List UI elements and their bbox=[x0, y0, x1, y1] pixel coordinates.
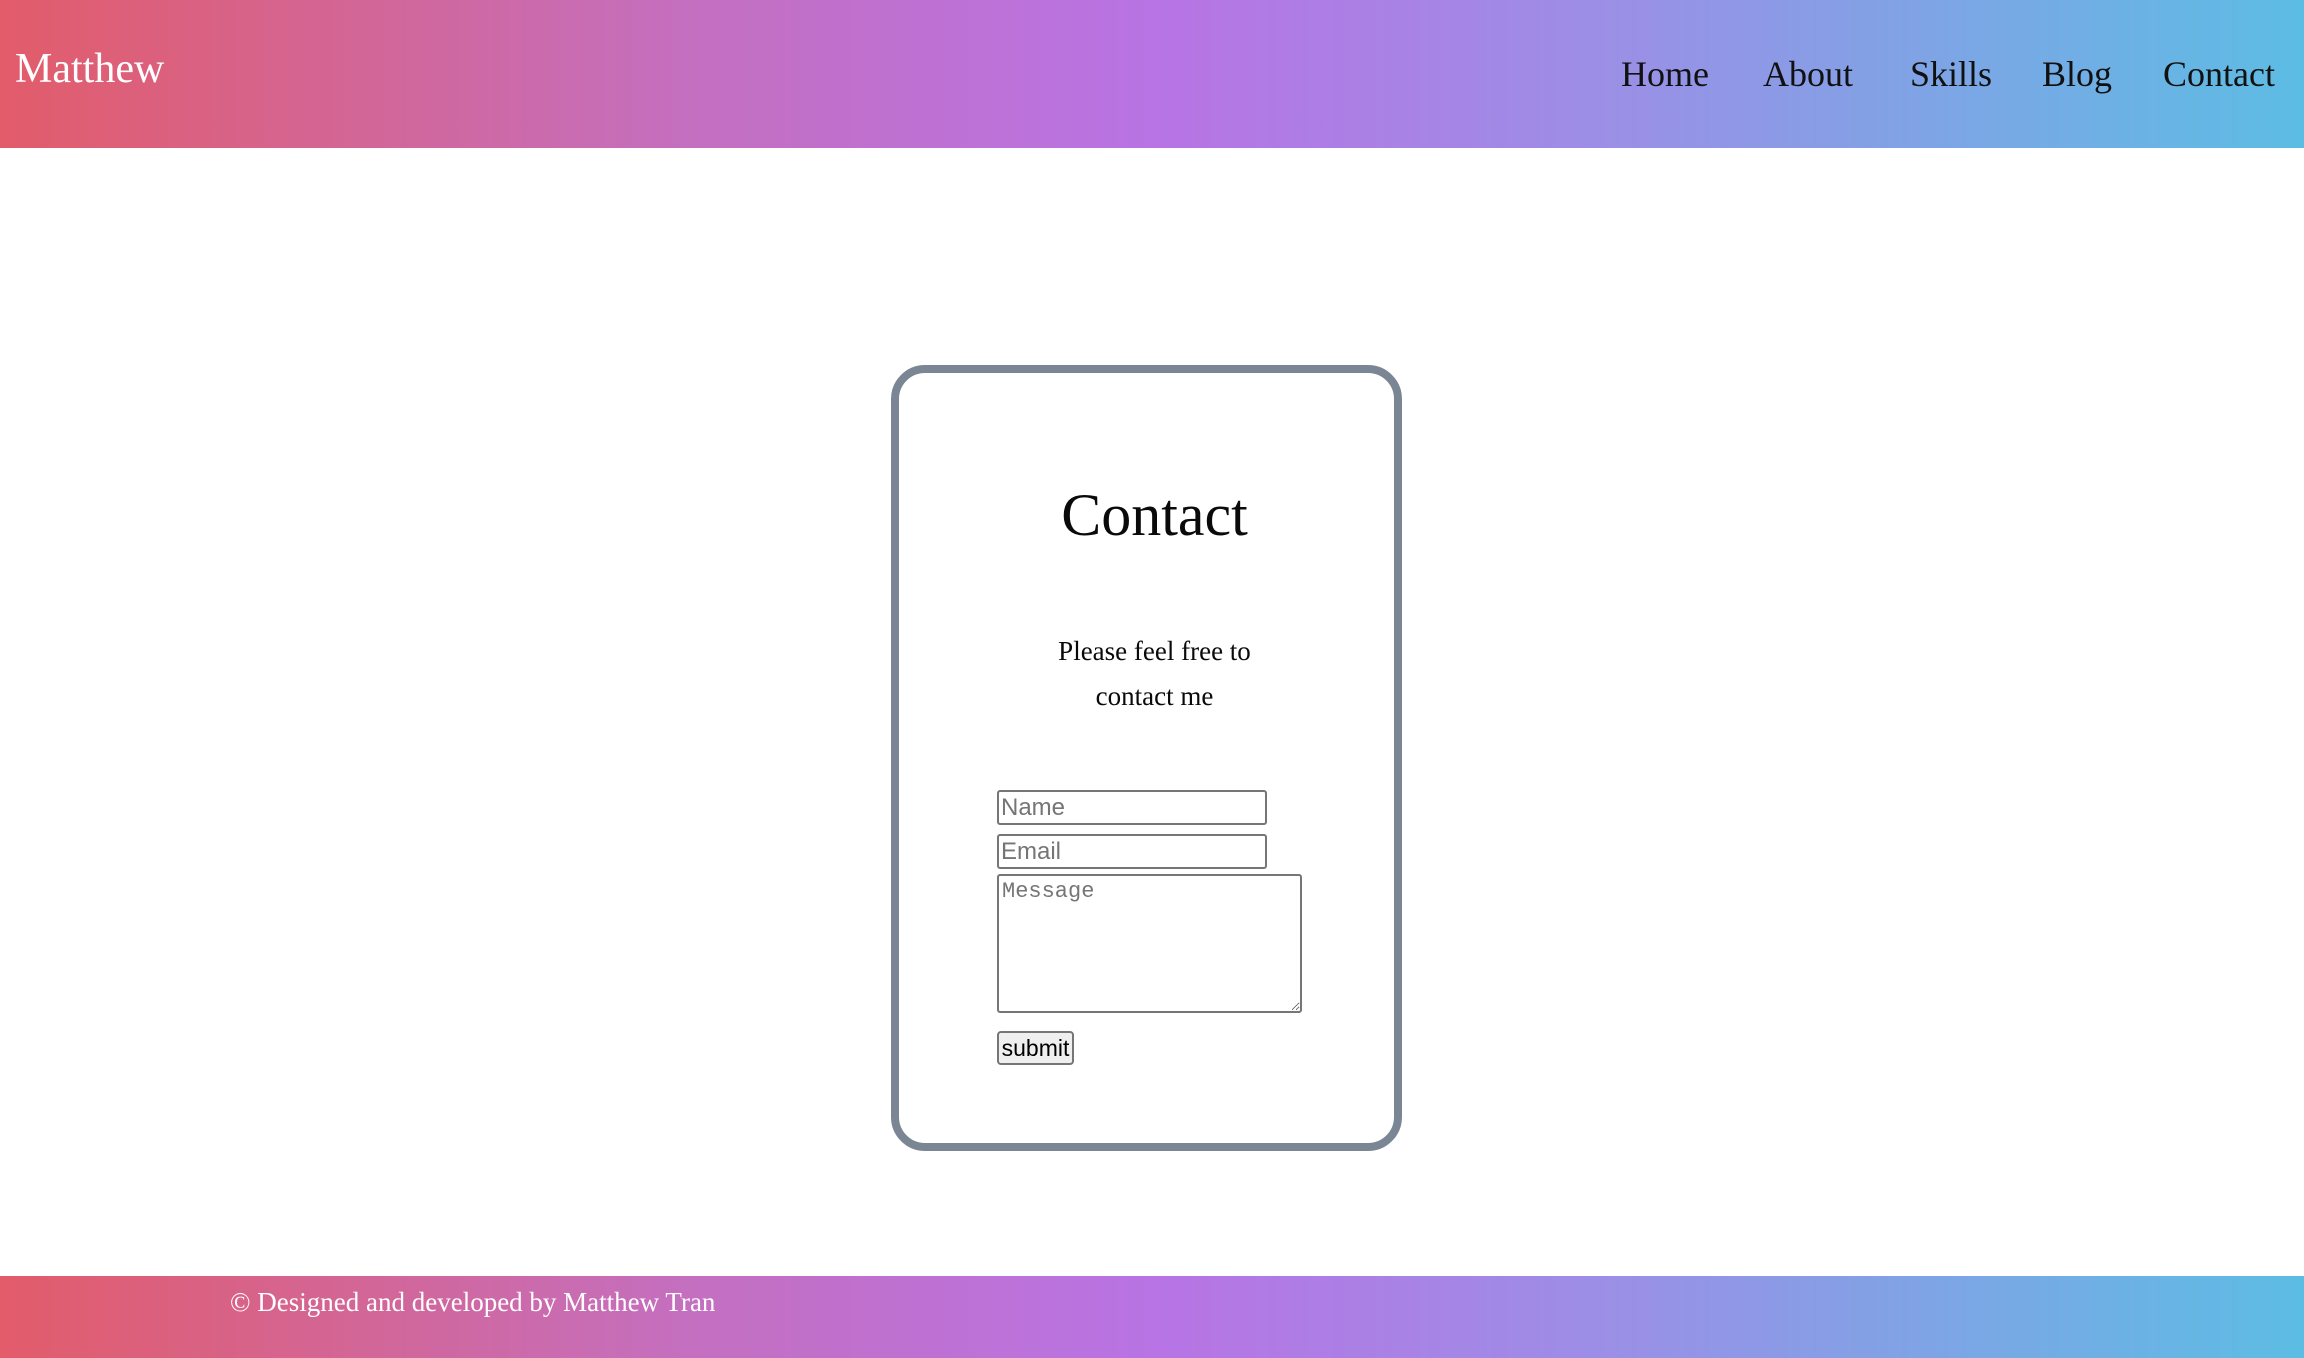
brand-logo-link[interactable]: Matthew bbox=[15, 48, 164, 90]
nav-link-home[interactable]: Home bbox=[1621, 56, 1709, 92]
nav-link-blog[interactable]: Blog bbox=[2042, 56, 2112, 92]
contact-title: Contact bbox=[1061, 482, 1248, 548]
nav-link-contact[interactable]: Contact bbox=[2163, 56, 2275, 92]
submit-button[interactable]: submit bbox=[997, 1031, 1074, 1065]
site-header: Matthew Home About Skills Blog Contact bbox=[0, 0, 2304, 148]
message-textarea[interactable] bbox=[997, 874, 1302, 1013]
nav-link-about[interactable]: About bbox=[1763, 56, 1853, 92]
nav-link-skills[interactable]: Skills bbox=[1910, 56, 1992, 92]
contact-card: Contact Please feel free to contact me s… bbox=[891, 365, 1402, 1151]
name-input[interactable] bbox=[997, 790, 1267, 825]
contact-subtitle: Please feel free to contact me bbox=[1058, 636, 1251, 711]
site-footer: © Designed and developed by Matthew Tran bbox=[0, 1276, 2304, 1358]
email-input[interactable] bbox=[997, 834, 1267, 869]
footer-credit: © Designed and developed by Matthew Tran bbox=[230, 1287, 716, 1317]
